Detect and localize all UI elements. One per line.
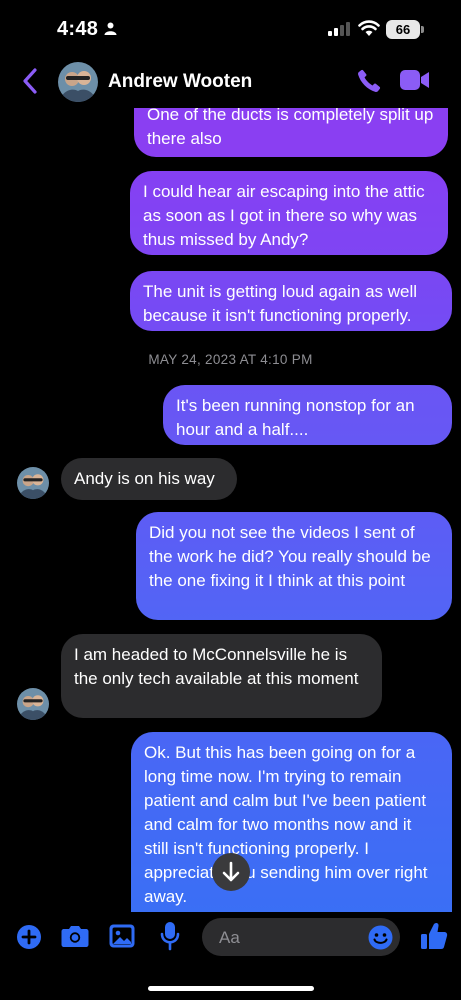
microphone-icon[interactable] (160, 921, 180, 951)
status-time: 4:48 (57, 18, 99, 40)
avatar-photo-icon (17, 467, 49, 499)
incoming-message[interactable]: Andy is on his way (61, 458, 237, 500)
cellular-signal-icon (328, 22, 350, 36)
photo-gallery-icon[interactable] (109, 924, 135, 948)
emoji-icon[interactable] (368, 925, 393, 950)
timestamp-divider: MAY 24, 2023 AT 4:10 PM (148, 352, 313, 367)
message-text: I am headed to McConnelsville he is the … (74, 645, 359, 688)
avatar-photo-icon (17, 688, 49, 720)
camera-icon[interactable] (61, 924, 89, 948)
thumbs-up-icon[interactable] (420, 921, 448, 951)
message-input[interactable]: Aa (202, 918, 400, 956)
scroll-to-bottom-button[interactable] (212, 853, 250, 891)
message-text: I could hear air escaping into the attic… (143, 182, 425, 249)
incoming-message[interactable]: I am headed to McConnelsville he is the … (61, 634, 382, 718)
avatar-photo-icon (58, 62, 98, 102)
back-chevron-icon[interactable] (22, 68, 38, 94)
sender-avatar[interactable] (17, 467, 49, 499)
outgoing-message[interactable]: Ok. But this has been going on for a lon… (131, 732, 452, 914)
focus-person-icon (104, 22, 117, 35)
arrow-down-icon (222, 861, 240, 882)
battery-tip (421, 26, 424, 33)
conversation-header: Andrew Wooten (0, 56, 461, 108)
message-text: The unit is getting loud again as well b… (143, 282, 418, 325)
status-bar: 4:48 66 (0, 0, 461, 60)
message-text: Did you not see the videos I sent of the… (149, 523, 431, 590)
add-plus-icon[interactable] (16, 924, 42, 950)
wifi-icon (358, 20, 380, 36)
outgoing-message[interactable]: It's been running nonstop for an hour an… (163, 385, 452, 445)
contact-name[interactable]: Andrew Wooten (108, 71, 252, 93)
message-text: One of the ducts is completely split up … (147, 105, 434, 148)
outgoing-message[interactable]: The unit is getting loud again as well b… (130, 271, 452, 331)
message-input-placeholder: Aa (219, 928, 240, 947)
message-text: It's been running nonstop for an hour an… (176, 396, 415, 439)
message-text: Ok. But this has been going on for a lon… (144, 743, 428, 906)
contact-avatar[interactable] (58, 62, 98, 102)
message-text: Andy is on his way (74, 469, 215, 488)
outgoing-message[interactable]: Did you not see the videos I sent of the… (136, 512, 452, 620)
outgoing-message[interactable]: I could hear air escaping into the attic… (130, 171, 448, 255)
battery-level: 66 (386, 20, 420, 39)
home-indicator (148, 986, 314, 991)
video-call-icon[interactable] (400, 69, 430, 91)
phone-call-icon[interactable] (356, 68, 382, 94)
sender-avatar[interactable] (17, 688, 49, 720)
message-composer: Aa (0, 912, 461, 1000)
